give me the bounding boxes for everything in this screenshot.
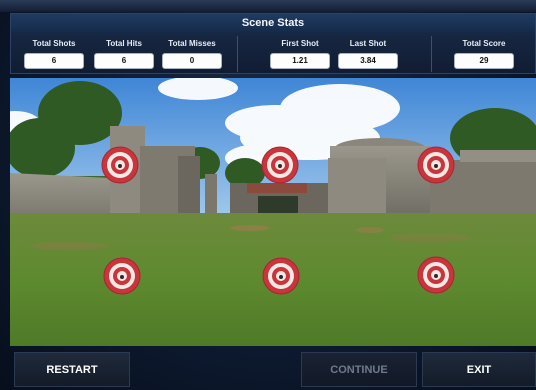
stat-last-shot: Last Shot 3.84	[335, 38, 401, 69]
exit-button[interactable]: EXIT	[422, 352, 536, 387]
stats-panel: Scene Stats Total Shots 6 Total Hits 6 T…	[10, 13, 536, 74]
stat-total-misses: Total Misses 0	[159, 38, 225, 69]
stats-divider	[431, 36, 432, 72]
stat-first-shot: First Shot 1.21	[267, 38, 333, 69]
top-bar	[0, 0, 536, 12]
total-shots-value: 6	[24, 53, 84, 69]
total-hits-label: Total Hits	[106, 39, 142, 48]
first-shot-value: 1.21	[270, 53, 330, 69]
target-icon[interactable]	[262, 257, 300, 295]
stats-title: Scene Stats	[11, 14, 535, 33]
target-icon[interactable]	[417, 146, 455, 184]
total-hits-value: 6	[94, 53, 154, 69]
last-shot-label: Last Shot	[349, 39, 387, 48]
scene-background	[10, 78, 536, 346]
total-misses-value: 0	[162, 53, 222, 69]
total-score-value: 29	[454, 53, 514, 69]
target-icon[interactable]	[101, 146, 139, 184]
continue-button[interactable]: CONTINUE	[301, 352, 417, 387]
last-shot-value: 3.84	[338, 53, 398, 69]
target-icon[interactable]	[103, 257, 141, 295]
total-misses-label: Total Misses	[168, 39, 216, 48]
stat-total-hits: Total Hits 6	[91, 38, 157, 69]
total-score-label: Total Score	[462, 39, 506, 48]
target-icon[interactable]	[261, 146, 299, 184]
target-icon[interactable]	[417, 256, 455, 294]
shooting-scene[interactable]	[10, 78, 536, 346]
total-shots-label: Total Shots	[32, 39, 76, 48]
first-shot-label: First Shot	[281, 39, 319, 48]
stat-total-score: Total Score 29	[451, 38, 517, 69]
stat-total-shots: Total Shots 6	[21, 38, 87, 69]
game-screen: Scene Stats Total Shots 6 Total Hits 6 T…	[0, 0, 536, 390]
restart-button[interactable]: RESTART	[14, 352, 130, 387]
stats-divider	[237, 36, 238, 72]
